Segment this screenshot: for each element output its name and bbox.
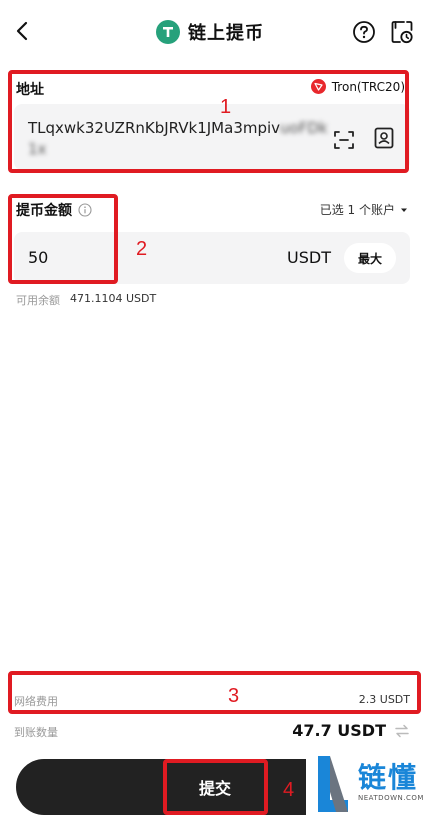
annotation-box-submit (163, 759, 268, 815)
annotation-box-fee (8, 671, 421, 714)
account-select-text: 已选 1 个账户 (319, 203, 395, 217)
help-button[interactable] (352, 20, 376, 44)
amount-unit: USDT (287, 248, 331, 267)
caret-down-icon (401, 208, 407, 212)
annotation-box-address (8, 70, 409, 173)
annotation-number-1: 1 (220, 96, 232, 118)
annotation-box-amount (8, 194, 118, 284)
watermark-logo-icon (318, 756, 348, 812)
watermark-subtext: NEATDOWN.COM (358, 794, 424, 802)
page-title: 链上提币 (188, 23, 264, 44)
swap-icon[interactable] (394, 723, 410, 739)
question-icon (353, 21, 375, 43)
header: 链上提币 (0, 0, 425, 64)
watermark: 链懂 NEATDOWN.COM (306, 748, 425, 822)
available-balance: 可用余额 471.1104 USDT (16, 292, 156, 308)
back-button[interactable] (10, 18, 36, 44)
receive-label: 到账数量 (14, 726, 58, 739)
max-button[interactable]: 最大 (344, 243, 396, 273)
annotation-number-3: 3 (228, 685, 240, 707)
annotation-number-2: 2 (136, 238, 148, 260)
account-selector[interactable]: 已选 1 个账户 (320, 201, 409, 218)
receive-amount-row: 到账数量 47.7 USDT (14, 721, 410, 741)
chevron-left-icon (16, 21, 28, 41)
balance-value: 471.1104 USDT (70, 292, 157, 305)
title-wrap: 链上提币 (156, 18, 264, 46)
balance-label: 可用余额 (16, 294, 60, 307)
watermark-text: 链懂 (358, 761, 419, 794)
history-button[interactable] (389, 19, 415, 45)
tether-logo-icon (156, 20, 180, 44)
annotation-number-4: 4 (283, 779, 295, 801)
receive-value: 47.7 USDT (292, 721, 386, 740)
history-record-icon (391, 21, 413, 44)
